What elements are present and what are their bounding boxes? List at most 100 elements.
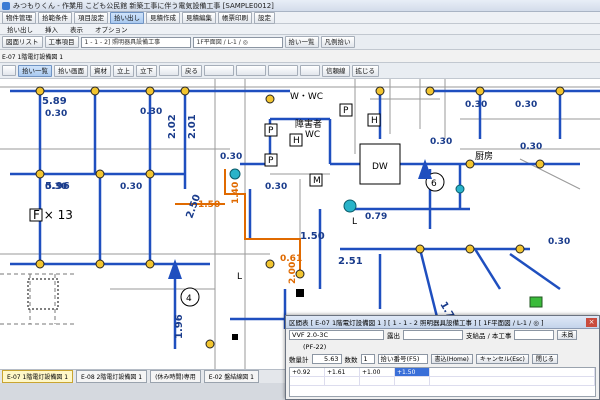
material-button[interactable]: 資材 — [90, 64, 111, 77]
dialog-title: 区間表 [ E-07 1階電灯設備図 1 ] [ 1 - 1 - 2 照明器具設… — [289, 319, 544, 327]
room-label-kitchen: 厨房 — [475, 150, 493, 162]
menu-insert[interactable]: 挿入 — [40, 24, 63, 34]
count-value-field[interactable]: 1 — [360, 354, 375, 364]
close-button[interactable]: 閉じる — [531, 354, 558, 364]
property-management-button[interactable]: 物件管理 — [2, 11, 36, 24]
window-titlebar: みつもりくん - 作業用 こども公民館 新築工事に伴う電気設備工事 [SAMPL… — [0, 0, 600, 12]
grid-cell[interactable]: +1.61 — [325, 368, 360, 376]
drawing-list-button[interactable]: 図面リスト — [2, 36, 43, 48]
measurement-1-96: 1.96 — [174, 314, 185, 339]
pointer-icon[interactable] — [2, 65, 16, 76]
sheet-tab-break[interactable]: (休み時間)専用 — [150, 370, 201, 383]
room-label-wc: WC — [305, 130, 320, 140]
pick-list-button[interactable]: 拾い一覧 — [284, 36, 319, 48]
undo-button[interactable]: 戻る — [181, 64, 202, 77]
room-label-l-1: L — [352, 217, 357, 227]
sheet-tab-e08[interactable]: E-08 2階電灯設備図 1 — [76, 370, 148, 383]
support-label: 支給品 / 本工事 — [466, 332, 512, 340]
report-print-button[interactable]: 帳票印刷 — [218, 11, 252, 24]
disabled-tool-button-3[interactable] — [236, 65, 266, 76]
measurement-0-30-h: 0.30 — [465, 100, 487, 110]
cable-type-field[interactable]: VVF 2.0-3C — [289, 330, 384, 340]
settings-button[interactable]: 設定 — [254, 11, 275, 24]
pickup-condition-button[interactable]: 拾範条件 — [38, 11, 72, 24]
grid-cell-empty[interactable] — [360, 377, 395, 385]
mode-field[interactable]: 拾い番号(F5) — [377, 354, 428, 364]
dialog-titlebar: 区間表 [ E-07 1階電灯設備図 1 ] [ 1 - 1 - 2 照明器具設… — [286, 316, 599, 329]
count-label: 数数 — [344, 356, 358, 364]
measurement-0-30-j: 0.30 — [520, 142, 542, 152]
room-label-dw: DW — [372, 162, 388, 172]
document-tab[interactable]: E-07 1階電灯設備図 1 — [2, 52, 63, 61]
grid-cell-empty[interactable] — [395, 377, 430, 385]
disabled-tool-button[interactable] — [159, 65, 179, 76]
pick-screen-button[interactable]: 拾い画面 — [54, 64, 88, 77]
sheet-tab-e02[interactable]: E-02 盤結線図 1 — [203, 370, 260, 383]
measurement-2-02: 2.02 — [167, 114, 178, 139]
grid-cell-empty[interactable] — [325, 377, 360, 385]
support-field[interactable] — [514, 330, 555, 340]
riser-up-button[interactable]: 立上 — [113, 64, 134, 77]
disabled-tool-button-2[interactable] — [204, 65, 234, 76]
measurement-0-30-i: 0.30 — [515, 100, 537, 110]
total-value-field[interactable]: 5.63 — [311, 354, 342, 364]
measurement-5-89: 5.89 — [42, 96, 67, 107]
write-button[interactable]: 書込(Home) — [430, 354, 473, 364]
grid-cell[interactable]: +1.00 — [360, 368, 395, 376]
cancel-button[interactable]: キャンセル(Esc) — [475, 354, 529, 364]
sheet-tab-e07[interactable]: E-07 1階電灯設備図 1 — [2, 370, 74, 383]
circle-number-4: 4 — [186, 294, 192, 304]
measurement-0-30-d: 0.30 — [120, 182, 142, 192]
measurement-0-30-e: 0.30 — [220, 152, 242, 162]
grid-cell-selected[interactable]: +1.50 — [395, 368, 430, 376]
estimate-create-button[interactable]: 見積作成 — [146, 11, 180, 24]
menu-view[interactable]: 表示 — [65, 24, 88, 34]
letter-h-2: H — [293, 136, 300, 146]
measurement-2-00-orange: 2.00 — [288, 262, 298, 284]
unit-button[interactable]: 未員 — [557, 330, 578, 340]
item-combo[interactable]: 1 - 1 - 2] 照明器具設備工事 — [80, 36, 191, 48]
grid-cell[interactable]: +0.92 — [290, 368, 325, 376]
legend-pick-button[interactable]: 凡例拾い — [320, 36, 355, 48]
total-label: 敷量計 — [289, 356, 309, 364]
grid-cell-empty[interactable] — [430, 377, 595, 385]
measurement-0-30-a: 0.30 — [45, 109, 67, 119]
dialog-cable-row: VVF 2.0-3C 露出 支給品 / 本工事 未員 — [286, 329, 599, 341]
trust-line-button[interactable]: 信頼線 — [322, 64, 350, 77]
table-row[interactable]: +0.92 +1.61 +1.00 +1.50 — [290, 368, 595, 377]
section-grid[interactable]: +0.92 +1.61 +1.00 +1.50 — [289, 367, 596, 397]
pick-list-tool-button[interactable]: 拾い一覧 — [18, 64, 52, 77]
main-toolbar: 物件管理 拾範条件 項目設定 拾い出し 見積作成 見積編集 帳票印刷 設定 — [0, 11, 600, 24]
measurement-0-30-g: 0.30 — [430, 137, 452, 147]
item-settings-button[interactable]: 項目設定 — [74, 11, 108, 24]
room-label-l-2: L — [237, 272, 242, 282]
letter-p-3: P — [268, 156, 274, 166]
estimate-edit-button[interactable]: 見積編集 — [182, 11, 216, 24]
location-label: 露出 — [387, 332, 400, 340]
app-icon — [2, 1, 10, 10]
floor-combo[interactable]: 1F平面図 / L-1 / ◎ — [192, 36, 283, 48]
menu-bar: 拾い出し 挿入 表示 オプション — [0, 24, 600, 35]
measurement-5-96-visible: 5.96 — [45, 181, 70, 192]
location-field[interactable] — [403, 330, 463, 340]
dialog-sub-row: (PF-22) — [286, 341, 599, 353]
disabled-tool-button-5[interactable] — [300, 65, 320, 76]
menu-options[interactable]: オプション — [90, 24, 133, 34]
grid-cell-empty[interactable] — [290, 377, 325, 385]
riser-down-button[interactable]: 立下 — [136, 64, 157, 77]
table-row[interactable] — [290, 377, 595, 386]
letter-p-2: P — [268, 126, 274, 136]
section-dialog: 区間表 [ E-07 1階電灯設備図 1 ] [ 1 - 1 - 2 照明器具設… — [285, 315, 600, 400]
grid-cell-empty[interactable] — [430, 368, 595, 376]
disabled-tool-button-4[interactable] — [268, 65, 298, 76]
pickup-button[interactable]: 拾い出し — [110, 11, 144, 24]
measurement-0-30-k: 0.30 — [548, 237, 570, 247]
menu-pickup[interactable]: 拾い出し — [2, 24, 38, 34]
dialog-close-icon[interactable]: × — [586, 317, 597, 327]
close-view-button[interactable]: 拡じる — [351, 64, 379, 77]
item-label: 工事項目 — [44, 36, 79, 48]
room-label-w-wc: W・WC — [290, 92, 323, 102]
measurement-2-01: 2.01 — [187, 114, 198, 139]
measurement-1-40-orange: 1.40 — [231, 182, 241, 204]
room-label-accessible: 障害者 — [295, 118, 322, 130]
